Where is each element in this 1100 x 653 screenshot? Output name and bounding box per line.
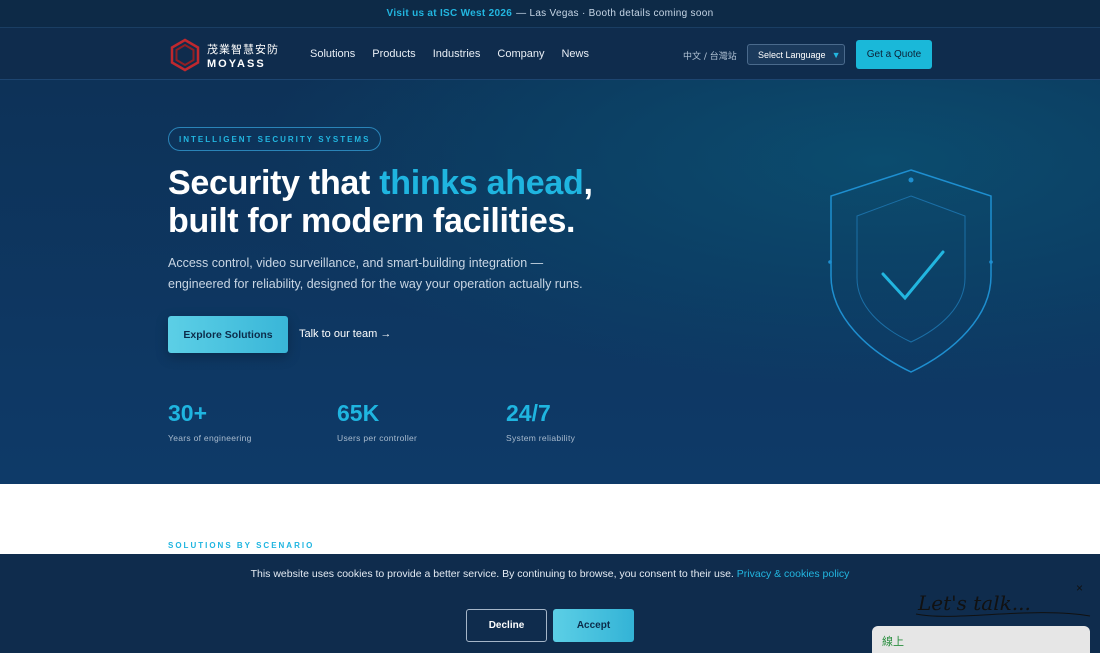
nav-item-products[interactable]: Products <box>372 48 415 60</box>
accept-button[interactable]: Accept <box>553 609 634 642</box>
hero-kicker: INTELLIGENT SECURITY SYSTEMS <box>168 127 382 151</box>
chat-status: 線上 <box>882 635 904 648</box>
stat-value: 65K <box>337 400 380 426</box>
chat-widget[interactable]: 線上 <box>872 626 1090 653</box>
stat-label: System reliability <box>506 433 576 443</box>
announcement-highlight[interactable]: Visit us at ISC West 2026 <box>387 8 513 19</box>
locale-switch[interactable]: 中文 / 台灣站 <box>683 49 737 62</box>
chat-script-text: Let's talk... <box>917 592 1031 615</box>
headline-part1: Security that <box>168 164 380 202</box>
logo-chinese-name: 茂業智慧安防 <box>207 42 279 56</box>
nav-item-industries[interactable]: Industries <box>433 48 481 60</box>
nav-item-news[interactable]: News <box>561 48 589 60</box>
headline-part2: , <box>583 164 593 202</box>
stat-reliability: 24/7 System reliability <box>506 400 575 443</box>
section-label: SOLUTIONS BY SCENARIO <box>168 541 315 550</box>
hero-headline: Security that thinks ahead, built for mo… <box>168 164 593 240</box>
dropdown-arrow-icon: ▼ <box>831 49 841 60</box>
lets-talk-script: Let's talk... <box>915 592 1091 617</box>
nav-item-company[interactable]: Company <box>497 48 544 60</box>
hexagon-logo-icon <box>170 38 200 72</box>
logo-english-name: MOYASS <box>207 57 266 70</box>
stat-label: Years of engineering <box>168 433 252 443</box>
stat-label: Users per controller <box>337 433 418 443</box>
language-select-label: Select Language <box>758 49 826 60</box>
hero-section: INTELLIGENT SECURITY SYSTEMS Security th… <box>0 80 1100 484</box>
stat-value: 24/7 <box>506 400 551 426</box>
headline-accent: thinks ahead <box>379 164 584 202</box>
decline-button[interactable]: Decline <box>466 609 547 642</box>
cookie-text: This website uses cookies to provide a b… <box>250 568 734 580</box>
privacy-policy-link[interactable]: Privacy & cookies policy <box>737 568 850 580</box>
announcement-text: — Las Vegas · Booth details coming soon <box>516 8 714 19</box>
get-quote-button[interactable]: Get a Quote <box>856 40 932 69</box>
stat-users: 65K Users per controller <box>337 400 417 443</box>
shield-check-icon <box>828 169 993 373</box>
stat-value: 30+ <box>168 400 208 426</box>
cookie-message: This website uses cookies to provide a b… <box>0 565 1100 583</box>
stat-years: 30+ Years of engineering <box>168 400 252 443</box>
announcement-bar[interactable]: Visit us at ISC West 2026 — Las Vegas · … <box>0 0 1100 28</box>
hero-subtext: Access control, video surveillance, and … <box>168 256 583 291</box>
headline-line2: built for modern facilities. <box>168 202 576 240</box>
explore-solutions-button[interactable]: Explore Solutions <box>168 316 288 353</box>
language-select[interactable]: Select Language ▼ <box>747 44 845 65</box>
nav-item-solutions[interactable]: Solutions <box>310 48 355 60</box>
main-menu: Solutions Products Industries Company Ne… <box>310 28 589 80</box>
top-navigation: 茂業智慧安防 MOYASS Solutions Products Industr… <box>0 28 1100 80</box>
talk-to-team-link[interactable]: Talk to our team → <box>299 328 391 340</box>
logo[interactable]: 茂業智慧安防 MOYASS <box>168 38 279 72</box>
